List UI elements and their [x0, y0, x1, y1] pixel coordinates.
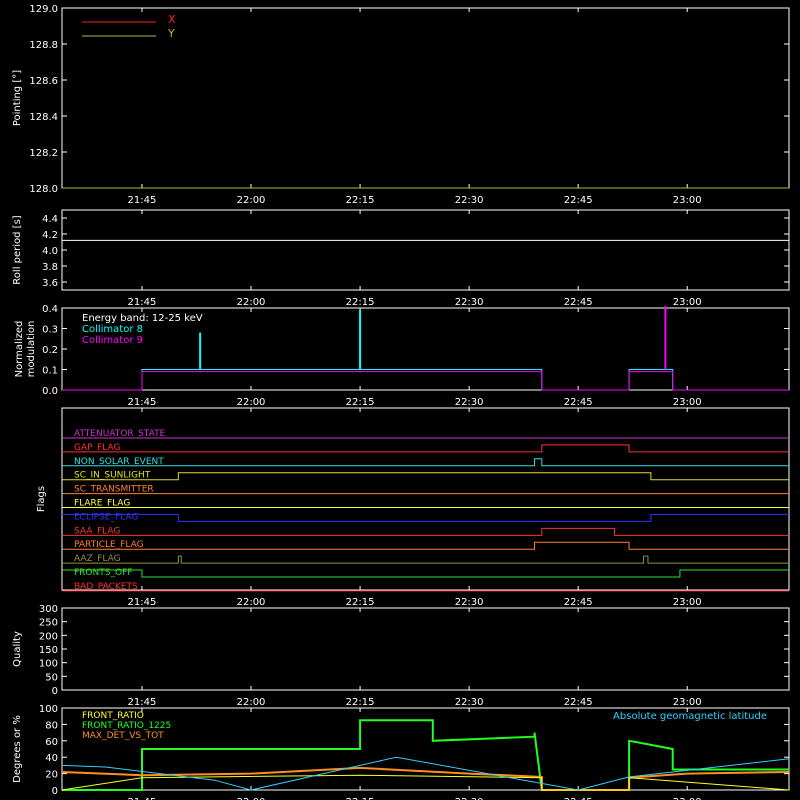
y-tick-label: 0.0 [42, 386, 58, 397]
legend-entry: FRONT_RATIO_1225 [82, 721, 171, 731]
y-tick-label: 128.4 [29, 112, 58, 123]
flag-trace [62, 555, 789, 564]
y-tick-label: 60 [45, 737, 58, 748]
panel-3: 21:45 22:00 22:15 22:30 22:45 23:00 Normalized… [14, 304, 790, 408]
y-tick-label: 128.8 [29, 40, 58, 51]
x-tick-label: 21:45 [128, 597, 157, 608]
x-tick-label: 23:00 [673, 297, 702, 308]
y-tick-label: 128.2 [29, 148, 58, 159]
y-tick-label: 128.0 [29, 184, 58, 195]
series-line [61, 774, 790, 791]
y-tick-label: 0 [52, 786, 58, 797]
x-tick-label: 22:00 [237, 697, 266, 708]
y-tick-label: 129.0 [29, 4, 58, 15]
x-tick-label: 23:00 [673, 697, 702, 708]
x-tick-label: 22:30 [455, 397, 484, 408]
x-tick-label: 21:45 [128, 297, 157, 308]
y-axis-label: Pointing [°] [12, 70, 23, 126]
y-tick-label: 300 [39, 604, 58, 615]
flag-trace [62, 458, 789, 467]
y-tick-label: 0.3 [42, 325, 58, 336]
x-tick-label: 22:45 [564, 297, 593, 308]
legend-entry: Collimator 9 [82, 335, 143, 346]
y-tick-label: 0 [52, 686, 58, 697]
plot-frame [61, 607, 790, 691]
x-tick-label: 22:30 [455, 195, 484, 206]
x-tick-label: 22:15 [346, 195, 375, 206]
y-tick-label: 4.0 [42, 246, 58, 257]
y-tick-label: 0.1 [42, 366, 58, 377]
y-tick-label: 0.4 [42, 304, 58, 315]
y-axis-label: modulation [26, 321, 37, 378]
legend-entry: FRONT_RATIO [82, 711, 144, 721]
x-tick-label: 22:00 [237, 397, 266, 408]
flag-trace [62, 527, 789, 536]
figure: 21:45 22:00 22:15 22:30 22:45 23:00 Pointing [… [12, 4, 790, 800]
x-tick-label: 22:45 [564, 597, 593, 608]
y-tick-label: 80 [45, 720, 58, 731]
x-tick-label: 22:30 [455, 297, 484, 308]
x-tick-label: 22:00 [237, 297, 266, 308]
y-axis-label: Flags [36, 486, 47, 512]
x-tick-label: 22:45 [564, 195, 593, 206]
y-tick-label: 150 [39, 645, 58, 656]
x-tick-label: 21:45 [128, 697, 157, 708]
y-axis-label: Roll period [s] [12, 215, 23, 284]
x-tick-label: 22:30 [455, 697, 484, 708]
y-tick-label: 0.2 [42, 345, 58, 356]
x-tick-label: 22:15 [346, 697, 375, 708]
plot-frame [61, 209, 790, 291]
x-tick-label: 23:00 [673, 195, 702, 206]
y-tick-label: 100 [39, 704, 58, 715]
y-axis-label: Normalized [14, 321, 25, 378]
x-tick-label: 22:00 [237, 195, 266, 206]
panel-5: 21:45 22:00 22:15 22:30 22:45 23:00 Quality 0 50… [12, 604, 790, 708]
y-tick-label: 200 [39, 631, 58, 642]
x-tick-label: 23:00 [673, 397, 702, 408]
y-tick-label: 128.6 [29, 76, 58, 87]
legend-entry: Y [167, 27, 175, 40]
x-tick-label: 22:15 [346, 397, 375, 408]
legend-entry: Absolute geomagnetic latitude [613, 711, 767, 722]
flag-trace [62, 444, 789, 453]
legend-entry: Energy band: 12-25 keV [82, 313, 203, 324]
y-tick-label: 3.6 [42, 278, 58, 289]
x-tick-label: 22:45 [564, 697, 593, 708]
y-tick-label: 20 [45, 770, 58, 781]
flag-trace [62, 472, 789, 481]
panels: 21:45 22:00 22:15 22:30 22:45 23:00 Pointing [… [12, 4, 790, 800]
x-tick-label: 22:15 [346, 597, 375, 608]
y-tick-label: 3.8 [42, 262, 58, 273]
x-tick-label: 22:00 [237, 597, 266, 608]
x-tick-label: 22:15 [346, 297, 375, 308]
series-line [62, 371, 789, 391]
y-tick-label: 50 [45, 672, 58, 683]
x-tick-label: 21:45 [128, 397, 157, 408]
x-tick-label: 21:45 [128, 195, 157, 206]
flag-trace [62, 569, 789, 578]
y-tick-label: 40 [45, 753, 58, 764]
y-tick-label: 4.4 [42, 214, 58, 225]
legend-entry: MAX_DET_VS_TOT [82, 731, 164, 741]
flag-trace [62, 513, 789, 522]
panel-2: 21:45 22:00 22:15 22:30 22:45 23:00 Roll perio… [12, 209, 790, 308]
y-axis-label: Quality [12, 631, 23, 667]
panel-4: 21:45 22:00 22:15 22:30 22:45 23:00FlagsATTEN… [36, 407, 790, 608]
y-tick-label: 100 [39, 659, 58, 670]
x-tick-label: 23:00 [673, 597, 702, 608]
legend-entry: Collimator 8 [82, 324, 143, 335]
x-tick-label: 22:30 [455, 597, 484, 608]
y-tick-label: 4.2 [42, 230, 58, 241]
panel-1: 21:45 22:00 22:15 22:30 22:45 23:00 Pointing [… [12, 4, 790, 206]
panel-6: 21:4522:0022:1522:3022:4523:00Degrees or… [12, 704, 790, 800]
legend-entry: X [168, 13, 176, 26]
flag-trace [62, 541, 789, 550]
y-axis-label: Degrees or % [12, 715, 23, 783]
y-tick-label: 250 [39, 618, 58, 629]
series-line [62, 369, 789, 391]
x-tick-label: 22:45 [564, 397, 593, 408]
